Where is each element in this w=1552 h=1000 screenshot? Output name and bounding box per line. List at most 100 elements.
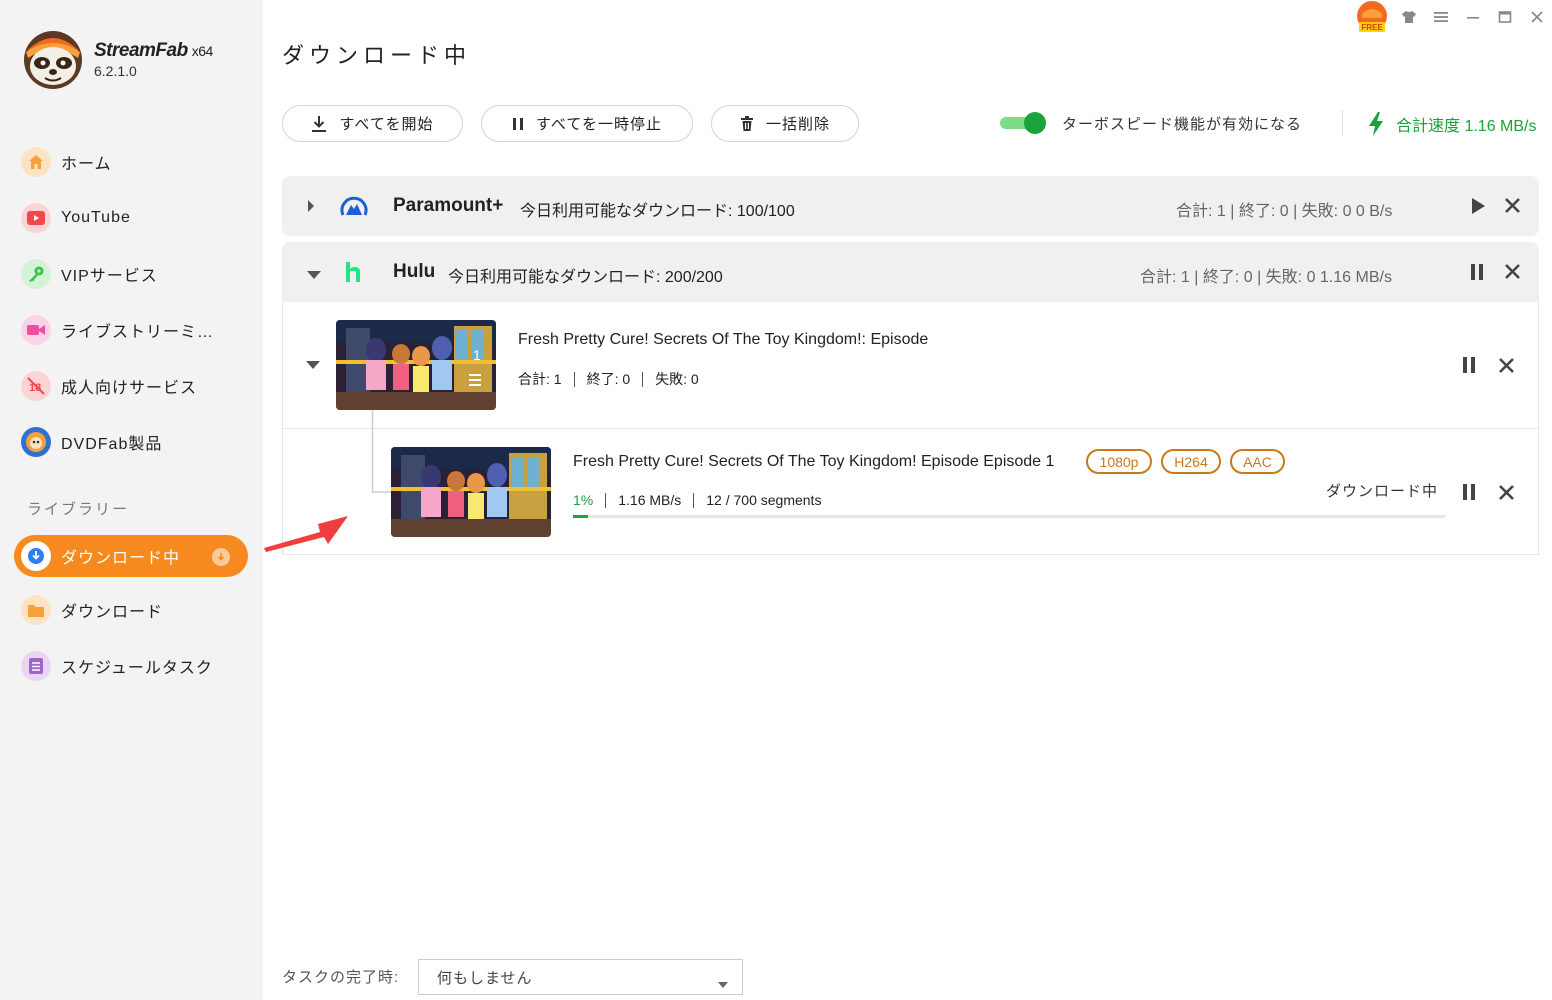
folder-icon	[21, 595, 51, 625]
video-codec-tag: H264	[1161, 449, 1221, 474]
thumbnail-count: 1	[473, 347, 481, 363]
sidebar-item-livestream[interactable]: ライブストリーミ…	[14, 309, 248, 351]
task-complete-value: 何もしません	[437, 969, 533, 987]
sidebar-item-label: 成人向けサービス	[61, 380, 198, 397]
sidebar-item-label: スケジュールタスク	[61, 660, 213, 677]
pause-icon[interactable]	[1462, 483, 1476, 501]
video-camera-icon	[21, 315, 51, 345]
service-name: Paramount+	[393, 195, 504, 216]
sidebar-item-downloaded[interactable]: ダウンロード	[14, 589, 248, 631]
close-icon[interactable]	[1498, 357, 1515, 374]
streamfab-logo	[20, 28, 86, 90]
sidebar-item-label: VIPサービス	[61, 268, 158, 285]
divider	[605, 492, 607, 508]
close-window-icon[interactable]	[1526, 6, 1548, 28]
pause-all-label: すべてを一時停止	[535, 116, 663, 133]
group-stats: 合計: 1 | 終了: 0 | 失敗: 0 0 B/s	[1176, 203, 1393, 220]
episode-progress-info: 1% 1.16 MB/s 12 / 700 segments	[573, 492, 821, 508]
pause-all-button[interactable]: すべてを一時停止	[481, 105, 693, 142]
delete-all-label: 一括削除	[765, 116, 830, 133]
maximize-icon[interactable]	[1494, 6, 1516, 28]
series-done: 終了: 0	[586, 371, 631, 387]
episode-segments: 12 / 700 segments	[706, 492, 822, 508]
caret-down-icon[interactable]	[305, 360, 321, 370]
group-stats: 合計: 1 | 終了: 0 | 失敗: 0 1.16 MB/s	[1140, 269, 1392, 286]
divider	[1342, 110, 1343, 136]
free-badge-text: FREE	[1361, 23, 1383, 32]
minimize-icon[interactable]	[1462, 6, 1484, 28]
pause-icon	[512, 117, 523, 130]
delete-all-button[interactable]: 一括削除	[711, 105, 859, 142]
adult-restricted-icon: 18	[21, 371, 51, 401]
paramount-logo-icon	[340, 193, 368, 224]
sidebar-item-label: DVDFab製品	[61, 436, 163, 453]
arch-label: x64	[191, 43, 214, 59]
close-icon[interactable]	[1498, 484, 1515, 501]
service-group-paramount: Paramount+ 今日利用可能なダウンロード: 100/100 合計: 1 …	[282, 176, 1539, 236]
series-stats: 合計: 1 終了: 0 失敗: 0	[518, 369, 699, 389]
caret-right-icon[interactable]	[306, 198, 316, 219]
sidebar-item-vip[interactable]: VIPサービス	[14, 253, 248, 295]
hulu-logo-icon	[344, 261, 362, 288]
series-thumbnail: 1	[336, 320, 496, 410]
free-promo-icon[interactable]: FREE	[1354, 0, 1390, 34]
progress-percent: 1%	[573, 492, 594, 508]
sidebar-item-label: ダウンロード	[61, 604, 164, 621]
play-icon[interactable]	[1470, 197, 1486, 220]
series-failed: 失敗: 0	[655, 371, 699, 387]
toggle-knob	[1024, 112, 1046, 134]
episode-thumbnail	[391, 447, 551, 537]
download-quota: 今日利用可能なダウンロード: 200/200	[448, 269, 723, 286]
start-all-label: すべてを開始	[339, 116, 434, 133]
divider	[573, 371, 575, 387]
red-arrow-annotation	[262, 512, 352, 557]
series-total: 合計: 1	[518, 371, 562, 387]
series-title: Fresh Pretty Cure! Secrets Of The Toy Ki…	[518, 331, 929, 348]
version-label: 6.2.1.0	[94, 63, 137, 79]
sidebar-item-youtube[interactable]: YouTube	[14, 197, 248, 239]
download-icon	[21, 541, 51, 571]
pause-icon[interactable]	[1462, 356, 1476, 374]
service-name: Hulu	[393, 261, 436, 282]
library-section-title: ライブラリー	[27, 501, 130, 518]
youtube-icon	[21, 203, 51, 233]
service-group-hulu: Hulu 今日利用可能なダウンロード: 200/200 合計: 1 | 終了: …	[282, 242, 1539, 302]
audio-codec-tag: AAC	[1230, 449, 1285, 474]
page-title: ダウンロード中	[282, 43, 472, 68]
resolution-tag: 1080p	[1086, 449, 1152, 474]
trash-icon	[740, 115, 753, 131]
divider	[693, 492, 695, 508]
schedule-list-icon	[21, 651, 51, 681]
turbo-speed-label: ターボスピード機能が有効になる	[1062, 116, 1303, 133]
close-icon[interactable]	[1504, 197, 1521, 219]
start-all-button[interactable]: すべてを開始	[282, 105, 463, 142]
sidebar-item-label: YouTube	[61, 209, 131, 226]
sidebar-item-home[interactable]: ホーム	[14, 141, 248, 183]
sidebar-item-label: ダウンロード中	[61, 550, 181, 567]
skin-shirt-icon[interactable]	[1398, 6, 1420, 28]
close-icon[interactable]	[1504, 263, 1521, 285]
episode-title: Fresh Pretty Cure! Secrets Of The Toy Ki…	[573, 453, 1055, 470]
sidebar-item-downloading[interactable]: ダウンロード中	[14, 535, 248, 577]
sidebar-item-schedule[interactable]: スケジュールタスク	[14, 645, 248, 687]
sidebar: StreamFab x64 6.2.1.0 ホーム YouTube VIPサービス…	[0, 0, 263, 1000]
turbo-speed-toggle[interactable]	[1000, 112, 1046, 134]
total-speed: 合計速度 1.16 MB/s	[1366, 111, 1536, 137]
caret-down-icon[interactable]	[306, 267, 322, 285]
home-icon	[21, 147, 51, 177]
lightning-icon	[1369, 112, 1383, 136]
sidebar-item-dvdfab[interactable]: DVDFab製品	[14, 421, 248, 463]
pause-icon[interactable]	[1470, 263, 1484, 286]
menu-icon[interactable]	[1430, 6, 1452, 28]
task-complete-select[interactable]: 何もしません	[418, 959, 743, 995]
task-complete-label: タスクの完了時:	[282, 969, 400, 986]
download-icon	[312, 115, 327, 132]
dvdfab-logo-icon	[21, 427, 51, 457]
episode-speed: 1.16 MB/s	[618, 492, 682, 508]
progress-bar	[573, 515, 1445, 518]
download-badge-icon	[212, 548, 230, 566]
download-quota: 今日利用可能なダウンロード: 100/100	[520, 203, 795, 220]
chevron-down-icon	[718, 975, 728, 992]
sidebar-item-adult[interactable]: 18 成人向けサービス	[14, 365, 248, 407]
progress-bar-fill	[573, 515, 588, 518]
